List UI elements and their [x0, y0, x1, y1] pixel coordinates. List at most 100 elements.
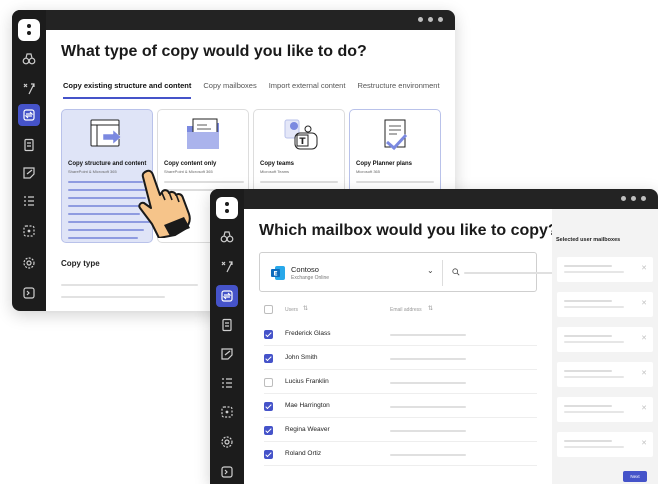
- reports-icon[interactable]: [210, 314, 244, 336]
- window-controls[interactable]: [621, 196, 646, 201]
- row-checkbox[interactable]: [264, 354, 273, 363]
- tab-import-external[interactable]: Import external content: [269, 81, 346, 99]
- user-name: Regina Weaver: [285, 426, 330, 433]
- card-subtitle: Microsoft 365: [356, 169, 381, 174]
- planner-illustration-icon: [384, 119, 408, 151]
- remove-icon[interactable]: ✕: [641, 264, 647, 272]
- table-row[interactable]: John Smith: [264, 347, 537, 370]
- app-logo: [216, 197, 238, 219]
- remove-icon[interactable]: ✕: [641, 334, 647, 342]
- email-placeholder: [390, 406, 466, 408]
- selected-mailbox-item: ✕: [557, 362, 653, 387]
- row-checkbox[interactable]: [264, 426, 273, 435]
- policy-icon[interactable]: [12, 162, 46, 184]
- account-selector[interactable]: E Contoso Exchange Online ⌄: [259, 252, 560, 292]
- card-subtitle: SharePoint & Microsoft 365: [68, 169, 117, 174]
- page-title: Which mailbox would you like to copy?: [259, 222, 558, 239]
- account-service: Exchange Online: [291, 275, 330, 281]
- migrate-icon[interactable]: [210, 256, 244, 278]
- selected-mailbox-item: ✕: [557, 292, 653, 317]
- row-checkbox[interactable]: [264, 378, 273, 387]
- migrate-icon[interactable]: [12, 78, 46, 100]
- user-name: Mae Harrington: [285, 402, 330, 409]
- user-name: Frederick Glass: [285, 330, 331, 337]
- email-placeholder: [390, 382, 466, 384]
- mailbox-window: Which mailbox would you like to copy? E …: [210, 189, 658, 484]
- user-name: Roland Ortiz: [285, 450, 322, 457]
- user-name: John Smith: [285, 354, 318, 361]
- window-controls[interactable]: [418, 17, 443, 22]
- svg-text:E: E: [273, 271, 277, 278]
- sort-icon[interactable]: ⇅: [303, 305, 308, 312]
- email-placeholder: [390, 334, 466, 336]
- sidebar: [210, 189, 244, 484]
- card-title: Copy Planner plans: [356, 161, 413, 167]
- sidebar: [12, 10, 46, 311]
- teams-illustration-icon: T: [284, 119, 318, 150]
- list-icon[interactable]: [12, 190, 46, 212]
- tab-copy-mailboxes[interactable]: Copy mailboxes: [203, 81, 256, 99]
- copy-icon[interactable]: [210, 285, 244, 307]
- remove-icon[interactable]: ✕: [641, 404, 647, 412]
- card-title: Copy structure and content: [68, 161, 147, 167]
- reports-icon[interactable]: [12, 134, 46, 156]
- chevron-down-icon[interactable]: ⌄: [427, 266, 434, 275]
- sort-icon[interactable]: ⇅: [428, 305, 433, 312]
- selected-mailbox-item: ✕: [557, 397, 653, 422]
- policy-icon[interactable]: [210, 343, 244, 365]
- copy-type-label: Copy type: [61, 259, 100, 268]
- tab-copy-structure[interactable]: Copy existing structure and content: [63, 81, 192, 99]
- svg-text:T: T: [299, 137, 306, 147]
- mailbox-table: Users ⇅ Email address ⇅ Frederick Glass J…: [264, 305, 537, 475]
- row-checkbox[interactable]: [264, 330, 273, 339]
- row-checkbox[interactable]: [264, 450, 273, 459]
- explore-icon[interactable]: [12, 48, 46, 70]
- remove-icon[interactable]: ✕: [641, 439, 647, 447]
- copy-icon[interactable]: [12, 104, 46, 126]
- row-checkbox[interactable]: [264, 402, 273, 411]
- table-row[interactable]: Regina Weaver: [264, 419, 537, 442]
- page-title: What type of copy would you like to do?: [61, 43, 367, 60]
- selected-mailbox-item: ✕: [557, 432, 653, 457]
- select-all-checkbox[interactable]: [264, 305, 273, 314]
- table-header: Users ⇅ Email address ⇅: [264, 305, 537, 321]
- settings-icon[interactable]: [210, 431, 244, 453]
- selected-mailbox-item: ✕: [557, 327, 653, 352]
- table-row[interactable]: Roland Ortiz: [264, 443, 537, 466]
- card-subtitle: Microsoft Teams: [260, 169, 290, 174]
- next-button[interactable]: Next: [623, 471, 647, 482]
- calendar-icon[interactable]: [210, 401, 244, 423]
- calendar-icon[interactable]: [12, 220, 46, 242]
- selected-panel-title: Selected user mailboxes: [556, 237, 621, 243]
- tab-restructure[interactable]: Restructure environment: [357, 81, 439, 99]
- explore-icon[interactable]: [210, 226, 244, 248]
- selected-mailboxes-panel: Selected user mailboxes ✕ ✕ ✕ ✕ ✕ ✕ Next: [552, 209, 658, 484]
- remove-icon[interactable]: ✕: [641, 299, 647, 307]
- table-row[interactable]: Frederick Glass: [264, 323, 537, 346]
- users-column-header[interactable]: Users: [285, 307, 298, 313]
- user-name: Lucius Franklin: [285, 378, 329, 385]
- table-row[interactable]: Lucius Franklin: [264, 371, 537, 394]
- title-bar: [210, 189, 658, 209]
- list-icon[interactable]: [210, 372, 244, 394]
- account-name: Contoso: [291, 265, 319, 274]
- settings-icon[interactable]: [12, 252, 46, 274]
- exchange-icon: E: [271, 266, 285, 280]
- content-illustration-icon: [187, 118, 219, 149]
- table-row[interactable]: Mae Harrington: [264, 395, 537, 418]
- terminal-icon[interactable]: [12, 282, 46, 304]
- email-placeholder: [390, 454, 466, 456]
- terminal-icon[interactable]: [210, 461, 244, 483]
- selected-mailbox-item: ✕: [557, 257, 653, 282]
- search-icon: [452, 268, 460, 276]
- email-placeholder: [390, 358, 466, 360]
- email-placeholder: [390, 430, 466, 432]
- copy-type-tabs: Copy existing structure and content Copy…: [63, 81, 452, 99]
- card-title: Copy teams: [260, 161, 295, 167]
- email-column-header[interactable]: Email address: [390, 307, 422, 313]
- remove-icon[interactable]: ✕: [641, 369, 647, 377]
- title-bar: [12, 10, 455, 30]
- app-logo: [18, 19, 40, 41]
- search-input[interactable]: [450, 265, 560, 281]
- hand-pointer-icon: [138, 169, 191, 238]
